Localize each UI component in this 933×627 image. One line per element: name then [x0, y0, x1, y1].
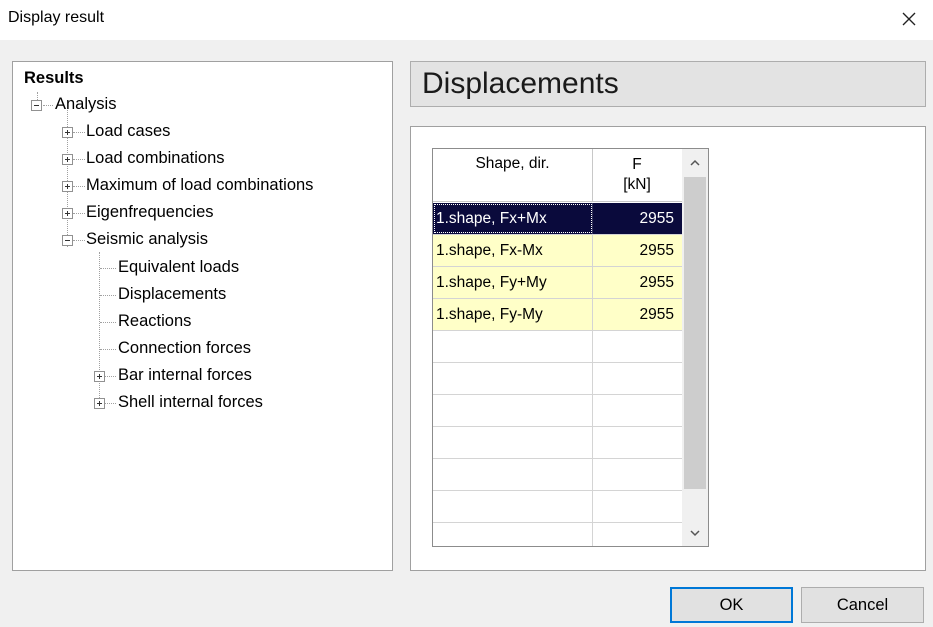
empty-row [433, 427, 682, 459]
close-icon [902, 12, 916, 26]
tree-connector [100, 268, 116, 269]
column-header-shape[interactable]: Shape, dir. [433, 149, 593, 201]
expand-icon[interactable] [94, 398, 105, 409]
tree-item-maximum-of-load-combinations[interactable]: Maximum of load combinations [86, 173, 313, 197]
results-grid[interactable]: Shape, dir. F [kN] 1.shape, Fx+Mx 2955 1… [432, 148, 709, 547]
tree-connector [105, 403, 116, 404]
result-header: Displacements [410, 61, 926, 107]
empty-row [433, 363, 682, 395]
empty-row [433, 459, 682, 491]
tree-connector [43, 105, 53, 106]
tree-connector [100, 322, 116, 323]
expand-icon[interactable] [94, 371, 105, 382]
collapse-icon[interactable] [31, 100, 42, 111]
collapse-icon[interactable] [62, 235, 73, 246]
column-header-force[interactable]: F [kN] [593, 149, 681, 201]
empty-row [433, 331, 682, 363]
column-header-force-label: F [632, 156, 642, 173]
grid-header: Shape, dir. F [kN] [433, 149, 682, 202]
chevron-up-icon [690, 159, 700, 166]
tree-item-equivalent-loads[interactable]: Equivalent loads [118, 255, 239, 279]
empty-row [433, 523, 682, 546]
table-row[interactable]: 1.shape, Fx-Mx 2955 [433, 235, 682, 267]
chevron-down-icon [690, 529, 700, 536]
cell-shape[interactable]: 1.shape, Fx-Mx [433, 235, 593, 266]
title-bar: Display result [0, 0, 933, 40]
empty-row [433, 395, 682, 427]
cell-shape[interactable]: 1.shape, Fx+Mx [433, 203, 593, 234]
tree-item-bar-internal-forces[interactable]: Bar internal forces [118, 363, 252, 387]
tree-connector [73, 132, 85, 133]
cancel-button[interactable]: Cancel [801, 587, 924, 623]
tree-connector [100, 295, 116, 296]
tree-item-connection-forces[interactable]: Connection forces [118, 336, 251, 360]
scroll-thumb[interactable] [684, 177, 706, 489]
tree-connector [73, 186, 85, 187]
tree-item-eigenfrequencies[interactable]: Eigenfrequencies [86, 200, 214, 224]
expand-icon[interactable] [62, 127, 73, 138]
empty-row [433, 491, 682, 523]
cell-force[interactable]: 2955 [593, 235, 681, 266]
tree-connector [105, 376, 116, 377]
tree-root-results[interactable]: Results [24, 66, 84, 90]
tree-item-reactions[interactable]: Reactions [118, 309, 191, 333]
expand-icon[interactable] [62, 208, 73, 219]
cell-shape[interactable]: 1.shape, Fy-My [433, 299, 593, 330]
tree-item-shell-internal-forces[interactable]: Shell internal forces [118, 390, 263, 414]
table-row[interactable]: 1.shape, Fy+My 2955 [433, 267, 682, 299]
close-button[interactable] [889, 2, 929, 36]
result-title: Displacements [422, 67, 619, 100]
window-title: Display result [8, 9, 105, 26]
expand-icon[interactable] [62, 154, 73, 165]
cell-force[interactable]: 2955 [593, 267, 681, 298]
tree-item-seismic-analysis[interactable]: Seismic analysis [86, 227, 208, 251]
tree-connector [99, 252, 100, 406]
tree-connector [73, 159, 85, 160]
cell-shape[interactable]: 1.shape, Fy+My [433, 267, 593, 298]
expand-icon[interactable] [62, 181, 73, 192]
results-tree[interactable]: Results Analysis Load cases Load combina… [12, 61, 393, 571]
tree-item-displacements[interactable]: Displacements [118, 282, 226, 306]
tree-item-load-combinations[interactable]: Load combinations [86, 146, 225, 170]
tree-item-load-cases[interactable]: Load cases [86, 119, 170, 143]
vertical-scrollbar[interactable] [682, 149, 708, 546]
scroll-down-button[interactable] [682, 520, 708, 546]
cell-force[interactable]: 2955 [593, 203, 681, 234]
scroll-up-button[interactable] [682, 149, 708, 175]
tree-connector [73, 240, 85, 241]
table-row[interactable]: 1.shape, Fy-My 2955 [433, 299, 682, 331]
ok-button[interactable]: OK [670, 587, 793, 623]
tree-connector [73, 213, 85, 214]
tree-item-analysis[interactable]: Analysis [55, 92, 116, 116]
tree-connector [100, 349, 116, 350]
column-header-force-unit: [kN] [623, 176, 651, 193]
table-row[interactable]: 1.shape, Fx+Mx 2955 [433, 203, 682, 235]
cell-force[interactable]: 2955 [593, 299, 681, 330]
